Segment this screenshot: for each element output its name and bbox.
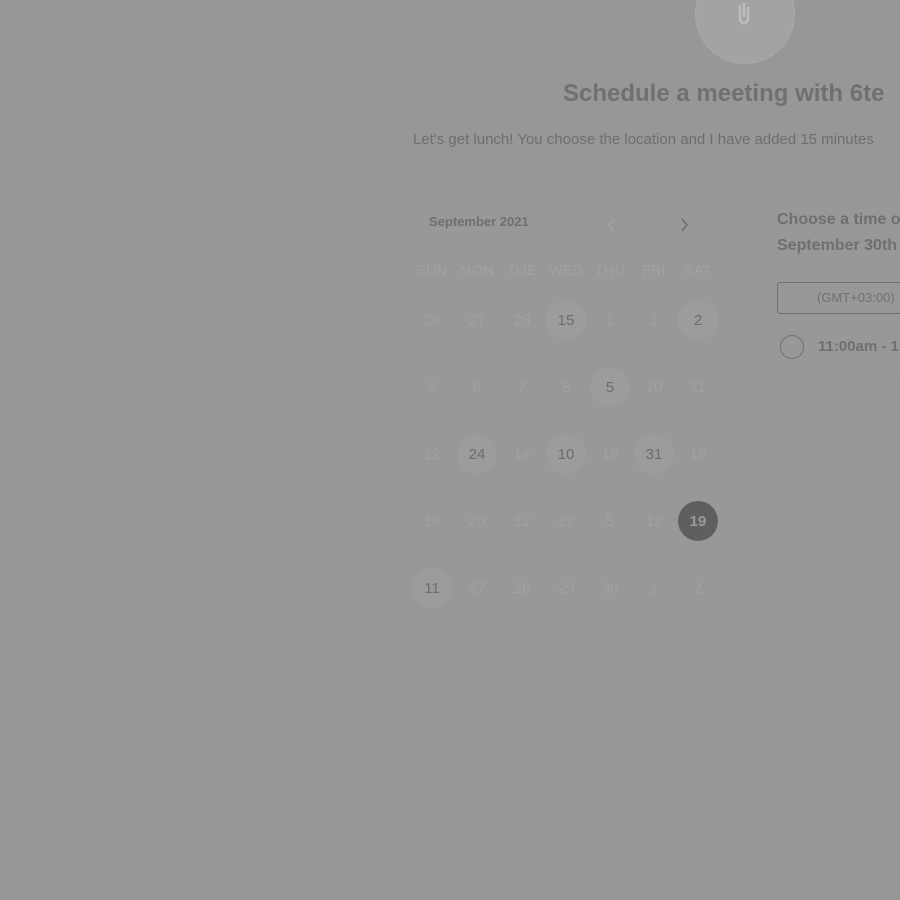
next-month-button[interactable] bbox=[673, 214, 695, 236]
calendar-day: 1 bbox=[649, 311, 659, 329]
page-subtitle: Let's get lunch! You choose the location… bbox=[413, 131, 874, 148]
calendar-day-available[interactable]: 24 bbox=[457, 434, 497, 474]
paperclip-icon bbox=[738, 3, 750, 25]
page-title: Schedule a meeting with 6te bbox=[563, 80, 885, 107]
calendar-day: 12 bbox=[645, 512, 663, 530]
time-heading-line1: Choose a time o bbox=[777, 211, 900, 228]
weekday-label: TUE bbox=[507, 262, 537, 278]
calendar-day: 14 bbox=[513, 445, 531, 463]
calendar-day: 28 bbox=[513, 579, 531, 597]
calendar-day: 1 bbox=[649, 579, 659, 597]
weekday-label: FRI bbox=[641, 262, 667, 278]
time-panel-heading: Choose a time o September 30th bbox=[777, 207, 900, 259]
calendar-day: 12 bbox=[423, 445, 441, 463]
chevron-right-icon bbox=[681, 218, 689, 232]
time-slot-label[interactable]: 11:00am - 1 bbox=[818, 338, 899, 355]
calendar-day: 6 bbox=[472, 378, 482, 396]
time-slot-radio[interactable] bbox=[780, 335, 804, 359]
calendar-day: 12 bbox=[513, 512, 531, 530]
calendar-day: 28 bbox=[513, 311, 531, 329]
calendar-day: 19 bbox=[423, 512, 441, 530]
calendar-day: 11 bbox=[690, 378, 706, 396]
calendar-day: 8 bbox=[561, 378, 571, 396]
calendar-day: 18 bbox=[689, 445, 707, 463]
time-heading-line2: September 30th bbox=[777, 237, 898, 254]
calendar-day-available[interactable]: 31 bbox=[634, 434, 674, 474]
calendar-day: 5 bbox=[427, 378, 437, 396]
calendar-day: 27 bbox=[468, 311, 486, 329]
calendar-day: 27 bbox=[468, 579, 486, 597]
calendar-day-available[interactable]: 5 bbox=[590, 367, 630, 407]
weekday-label: THU bbox=[594, 262, 626, 278]
weekday-label: SUN bbox=[416, 262, 448, 278]
weekday-label: WED bbox=[548, 262, 584, 278]
calendar-day-available[interactable]: 11 bbox=[412, 568, 452, 608]
calendar-day: 22 bbox=[557, 512, 575, 530]
month-label: September 2021 bbox=[429, 214, 529, 229]
calendar-day: 5 bbox=[605, 512, 615, 530]
prev-month-button[interactable] bbox=[601, 214, 623, 236]
calendar-day: 2 bbox=[693, 579, 703, 597]
calendar-day: 7 bbox=[517, 378, 527, 396]
avatar bbox=[695, 0, 795, 64]
chevron-left-icon bbox=[607, 218, 615, 232]
calendar-day: 10 bbox=[645, 378, 663, 396]
calendar-day: 29 bbox=[557, 579, 575, 597]
weekday-label: MON bbox=[459, 262, 495, 278]
calendar-day-available[interactable]: 2 bbox=[678, 300, 718, 340]
timezone-select[interactable]: (GMT+03:00) bbox=[777, 282, 900, 314]
calendar-day: 30 bbox=[601, 579, 619, 597]
calendar-day: 26 bbox=[423, 311, 441, 329]
calendar-day-available[interactable]: 10 bbox=[546, 434, 586, 474]
calendar-day-available[interactable]: 15 bbox=[546, 300, 586, 340]
calendar-day-selected[interactable]: 19 bbox=[678, 501, 718, 541]
calendar-day: 1 bbox=[605, 311, 615, 329]
weekday-label: SAT bbox=[684, 262, 712, 278]
calendar-day: 20 bbox=[468, 512, 486, 530]
calendar-day: 16 bbox=[601, 445, 619, 463]
